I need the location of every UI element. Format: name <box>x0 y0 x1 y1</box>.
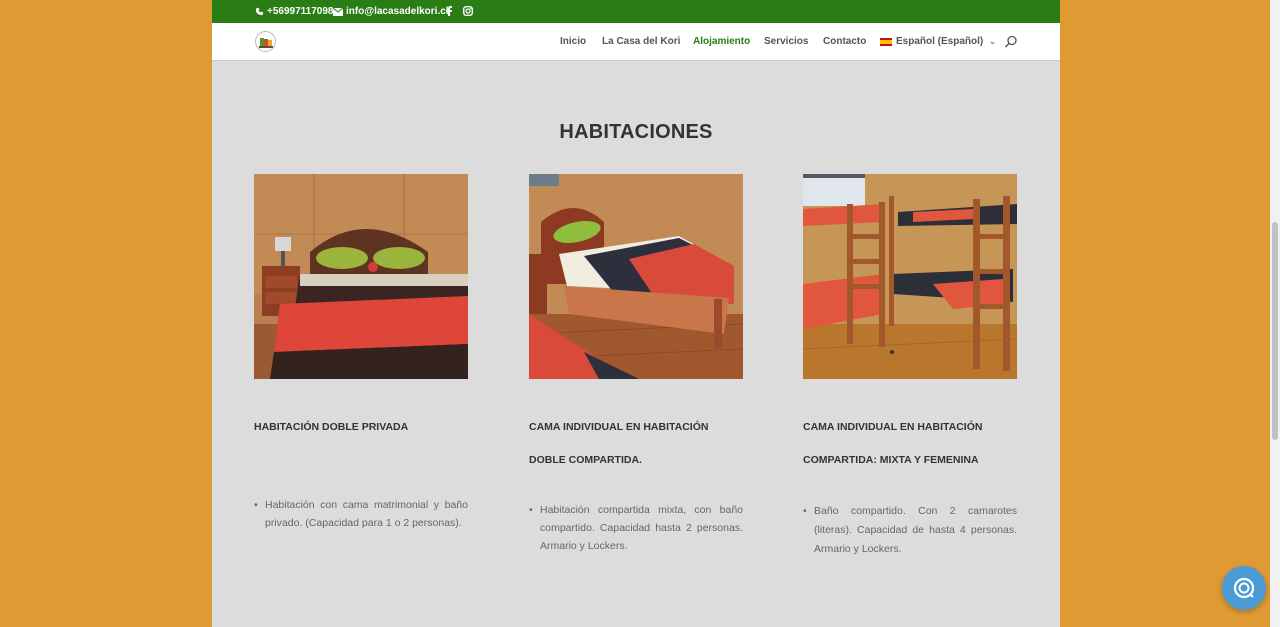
nav-alojamiento[interactable]: Alojamiento <box>693 36 750 47</box>
language-label: Español (Español) <box>896 36 984 47</box>
top-bar: +56997117098 info@lacasadelkori.cl <box>212 0 1060 23</box>
nav-servicios[interactable]: Servicios <box>764 36 808 47</box>
email-link[interactable]: info@lacasadelkori.cl <box>333 6 449 17</box>
instagram-icon <box>463 6 473 16</box>
facebook-link[interactable] <box>446 6 452 16</box>
room-3-title: CAMA INDIVIDUAL EN HABITACIÓN COMPARTIDA… <box>803 411 1017 477</box>
instagram-link[interactable] <box>463 6 473 16</box>
room-3-description: • Baño compartido. Con 2 camarotes (lite… <box>803 502 1017 559</box>
email-address: info@lacasadelkori.cl <box>346 6 449 17</box>
room-1-description-text: Habitación con cama matrimonial y baño p… <box>265 499 468 529</box>
nav-la-casa-del-kori[interactable]: La Casa del Kori <box>602 36 680 47</box>
site-logo[interactable] <box>255 31 276 52</box>
nav-contacto[interactable]: Contacto <box>823 36 866 47</box>
room-2-title: CAMA INDIVIDUAL EN HABITACIÓN DOBLE COMP… <box>529 411 743 477</box>
nav-inicio[interactable]: Inicio <box>560 36 586 47</box>
room-2-title-line-2: DOBLE COMPARTIDA. <box>529 454 642 466</box>
main-header: Inicio La Casa del Kori Alojamiento Serv… <box>212 23 1060 60</box>
spain-flag-icon <box>880 37 892 46</box>
scrollbar-thumb[interactable] <box>1272 222 1278 440</box>
bullet-icon: • <box>803 505 807 517</box>
phone-number: +56997117098 <box>267 6 334 17</box>
room-1-description: • Habitación con cama matrimonial y baño… <box>254 496 468 532</box>
room-2-photo[interactable] <box>529 174 743 379</box>
room-3-photo[interactable] <box>803 174 1017 379</box>
language-selector[interactable]: Español (Español) ⌄ <box>880 36 996 47</box>
bullet-icon: • <box>529 504 533 516</box>
room-1-title-line-1: HABITACIÓN DOBLE PRIVADA <box>254 421 409 433</box>
room-1-title: HABITACIÓN DOBLE PRIVADA <box>254 411 468 444</box>
section-title: HABITACIONES <box>559 121 713 143</box>
room-3-title-line-2: COMPARTIDA: MIXTA Y FEMENINA <box>803 454 979 466</box>
chat-help-button[interactable] <box>1222 566 1266 610</box>
room-2-description: • Habitación compartida mixta, con baño … <box>529 501 743 555</box>
room-3-description-text: Baño compartido. Con 2 camarotes (litera… <box>814 505 1017 555</box>
chat-help-icon <box>1233 577 1255 599</box>
bullet-icon: • <box>254 499 258 511</box>
room-2-description-text: Habitación compartida mixta, con baño co… <box>540 504 743 552</box>
page-container: +56997117098 info@lacasadelkori.cl Inici… <box>212 0 1060 627</box>
room-2-title-line-1: CAMA INDIVIDUAL EN HABITACIÓN <box>529 421 709 433</box>
phone-icon <box>255 7 264 16</box>
phone-link[interactable]: +56997117098 <box>255 6 333 17</box>
mail-icon <box>333 7 343 16</box>
room-3-title-line-1: CAMA INDIVIDUAL EN HABITACIÓN <box>803 421 983 433</box>
chevron-down-icon: ⌄ <box>989 37 996 46</box>
search-icon[interactable] <box>1004 35 1018 49</box>
facebook-icon <box>446 6 452 16</box>
page-scrollbar[interactable] <box>1270 0 1280 627</box>
room-1-photo[interactable] <box>254 174 468 379</box>
